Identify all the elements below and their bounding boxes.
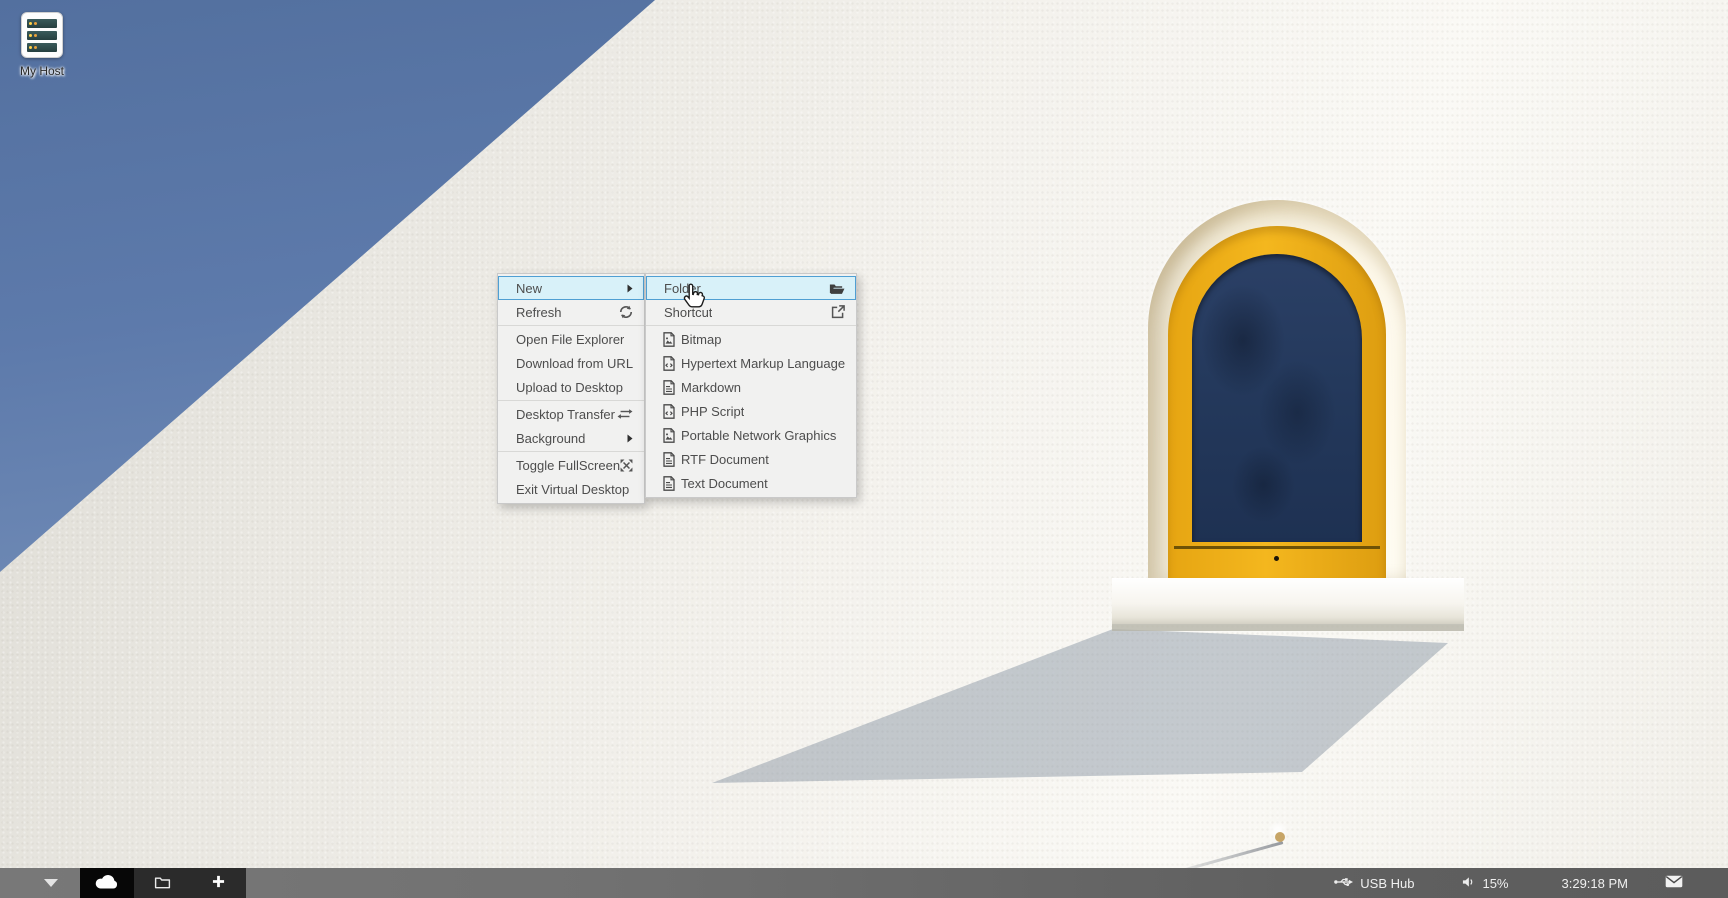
fullscreen-icon: [620, 459, 633, 472]
folder-open-icon: [829, 282, 845, 295]
window-ledge: [1112, 578, 1464, 624]
menu-item-upload-to-desktop[interactable]: Upload to Desktop: [498, 375, 644, 399]
window-sill-dot: [1274, 556, 1279, 561]
refresh-icon: [619, 305, 633, 319]
menu-item-label: Portable Network Graphics: [681, 428, 836, 443]
wall-knob: [1275, 832, 1285, 842]
menu-item-label: Refresh: [516, 305, 562, 320]
transfer-icon: [617, 408, 633, 420]
server-bar: [27, 31, 57, 40]
chevron-down-icon: [44, 879, 58, 887]
menu-item-label: Shortcut: [664, 305, 712, 320]
window-sill-stripe: [1174, 546, 1380, 549]
speaker-icon: [1462, 876, 1475, 891]
menu-item-label: Folder: [664, 281, 701, 296]
file-text-icon: [660, 476, 677, 491]
file-explorer-button[interactable]: [144, 868, 180, 898]
menu-item-label: Markdown: [681, 380, 741, 395]
menu-item-label: Toggle FullScreen: [516, 458, 620, 473]
menu-item-toggle-fullscreen[interactable]: Toggle FullScreen: [498, 453, 644, 477]
taskbar-launchers: [134, 868, 246, 898]
envelope-icon: [1665, 875, 1683, 891]
menu-item-label: Bitmap: [681, 332, 721, 347]
menu-item-label: Background: [516, 431, 585, 446]
menu-item-desktop-transfer[interactable]: Desktop Transfer: [498, 402, 644, 426]
wallpaper: [0, 0, 1728, 898]
external-link-icon: [831, 305, 845, 319]
menu-item-new[interactable]: New: [498, 276, 644, 300]
file-code-icon: [660, 356, 677, 371]
menu-separator: [498, 400, 644, 401]
desktop[interactable]: My Host New Refresh Open File Explorer Down…: [0, 0, 1728, 898]
window-frame: [1168, 226, 1386, 578]
file-text-icon: [660, 380, 677, 395]
menu-item-label: RTF Document: [681, 452, 769, 467]
new-item-button[interactable]: [200, 868, 236, 898]
usb-label: USB Hub: [1360, 876, 1414, 891]
menu-item-label: Exit Virtual Desktop: [516, 482, 629, 497]
menu-item-php-script[interactable]: PHP Script: [646, 399, 856, 423]
menu-item-label: PHP Script: [681, 404, 744, 419]
new-submenu: Folder Shortcut Bitmap Hypertext Markup Lan…: [645, 273, 857, 498]
volume-tray-item[interactable]: 15%: [1462, 876, 1508, 891]
menu-item-hypertext-markup-language[interactable]: Hypertext Markup Language: [646, 351, 856, 375]
window-glass: [1192, 254, 1362, 542]
caret-right-icon: [627, 434, 633, 443]
folder-icon: [154, 875, 171, 892]
clock-label: 3:29:18 PM: [1562, 876, 1629, 891]
menu-item-label: New: [516, 281, 542, 296]
menu-item-folder[interactable]: Folder: [646, 276, 856, 300]
menu-separator: [498, 451, 644, 452]
menu-item-exit-virtual-desktop[interactable]: Exit Virtual Desktop: [498, 477, 644, 501]
menu-item-label: Open File Explorer: [516, 332, 624, 347]
menu-item-text-document[interactable]: Text Document: [646, 471, 856, 495]
plus-icon: [212, 875, 225, 891]
menu-item-bitmap[interactable]: Bitmap: [646, 327, 856, 351]
menu-item-label: Upload to Desktop: [516, 380, 623, 395]
usb-icon: [1334, 876, 1353, 891]
menu-item-download-from-url[interactable]: Download from URL: [498, 351, 644, 375]
menu-item-label: Download from URL: [516, 356, 633, 371]
menu-item-refresh[interactable]: Refresh: [498, 300, 644, 324]
volume-label: 15%: [1482, 876, 1508, 891]
window: [1148, 200, 1406, 578]
menu-separator: [646, 325, 856, 326]
cloud-icon: [93, 872, 121, 894]
taskbar-expand-button[interactable]: [38, 868, 64, 898]
menu-item-rtf-document[interactable]: RTF Document: [646, 447, 856, 471]
menu-item-label: Desktop Transfer: [516, 407, 615, 422]
menu-item-shortcut[interactable]: Shortcut: [646, 300, 856, 324]
desktop-icon-my-host[interactable]: My Host: [10, 12, 74, 78]
menu-item-label: Hypertext Markup Language: [681, 356, 845, 371]
file-code-icon: [660, 404, 677, 419]
server-icon: [21, 12, 63, 58]
server-bar: [27, 43, 57, 52]
caret-right-icon: [627, 284, 633, 293]
file-image-icon: [660, 332, 677, 347]
mail-tray-button[interactable]: [1665, 875, 1683, 891]
menu-item-background[interactable]: Background: [498, 426, 644, 450]
ledge-shadow-edge: [1112, 624, 1464, 631]
file-image-icon: [660, 428, 677, 443]
menu-item-portable-network-graphics[interactable]: Portable Network Graphics: [646, 423, 856, 447]
menu-item-markdown[interactable]: Markdown: [646, 375, 856, 399]
cloud-launcher-button[interactable]: [80, 868, 134, 898]
file-text-icon: [660, 452, 677, 467]
taskbar: USB Hub 15% 3:29:18 PM: [0, 868, 1728, 898]
usb-tray-item[interactable]: USB Hub: [1334, 876, 1414, 891]
context-menu: New Refresh Open File Explorer Download fro…: [497, 273, 645, 504]
system-tray: USB Hub 15% 3:29:18 PM: [1334, 868, 1728, 898]
desktop-icon-label: My Host: [10, 64, 74, 78]
menu-item-label: Text Document: [681, 476, 768, 491]
server-bar: [27, 19, 57, 28]
menu-separator: [498, 325, 644, 326]
clock: 3:29:18 PM: [1562, 876, 1629, 891]
menu-item-open-file-explorer[interactable]: Open File Explorer: [498, 327, 644, 351]
